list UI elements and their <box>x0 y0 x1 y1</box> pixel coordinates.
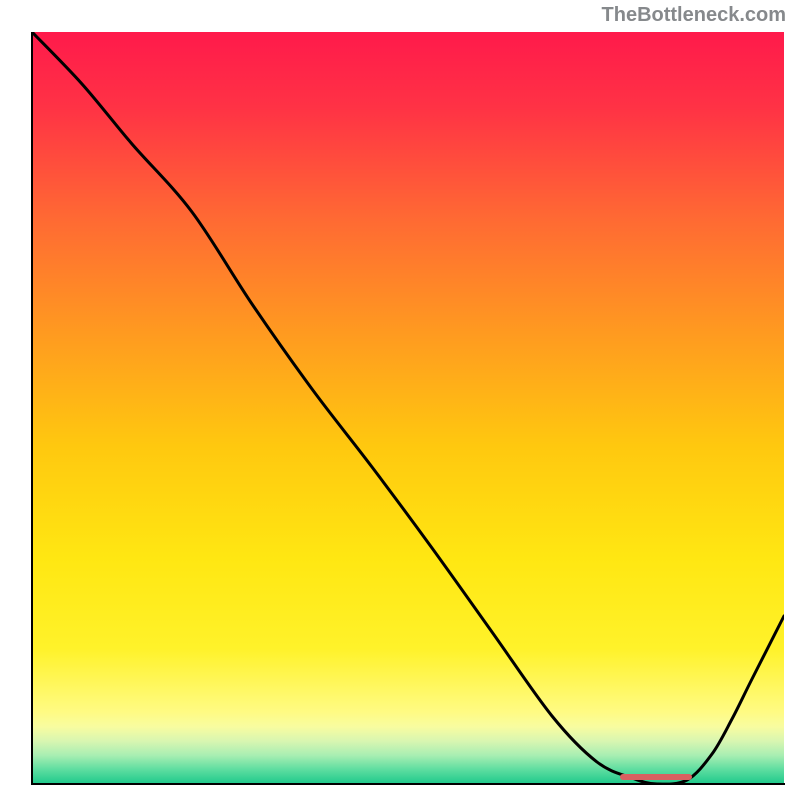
plot-area <box>32 32 784 784</box>
x-axis <box>31 783 785 785</box>
chart-frame: TheBottleneck.com <box>0 0 800 800</box>
attribution-text: TheBottleneck.com <box>602 4 786 27</box>
bottleneck-curve <box>32 32 784 784</box>
y-axis <box>31 32 33 785</box>
optimal-range-marker <box>620 774 692 780</box>
